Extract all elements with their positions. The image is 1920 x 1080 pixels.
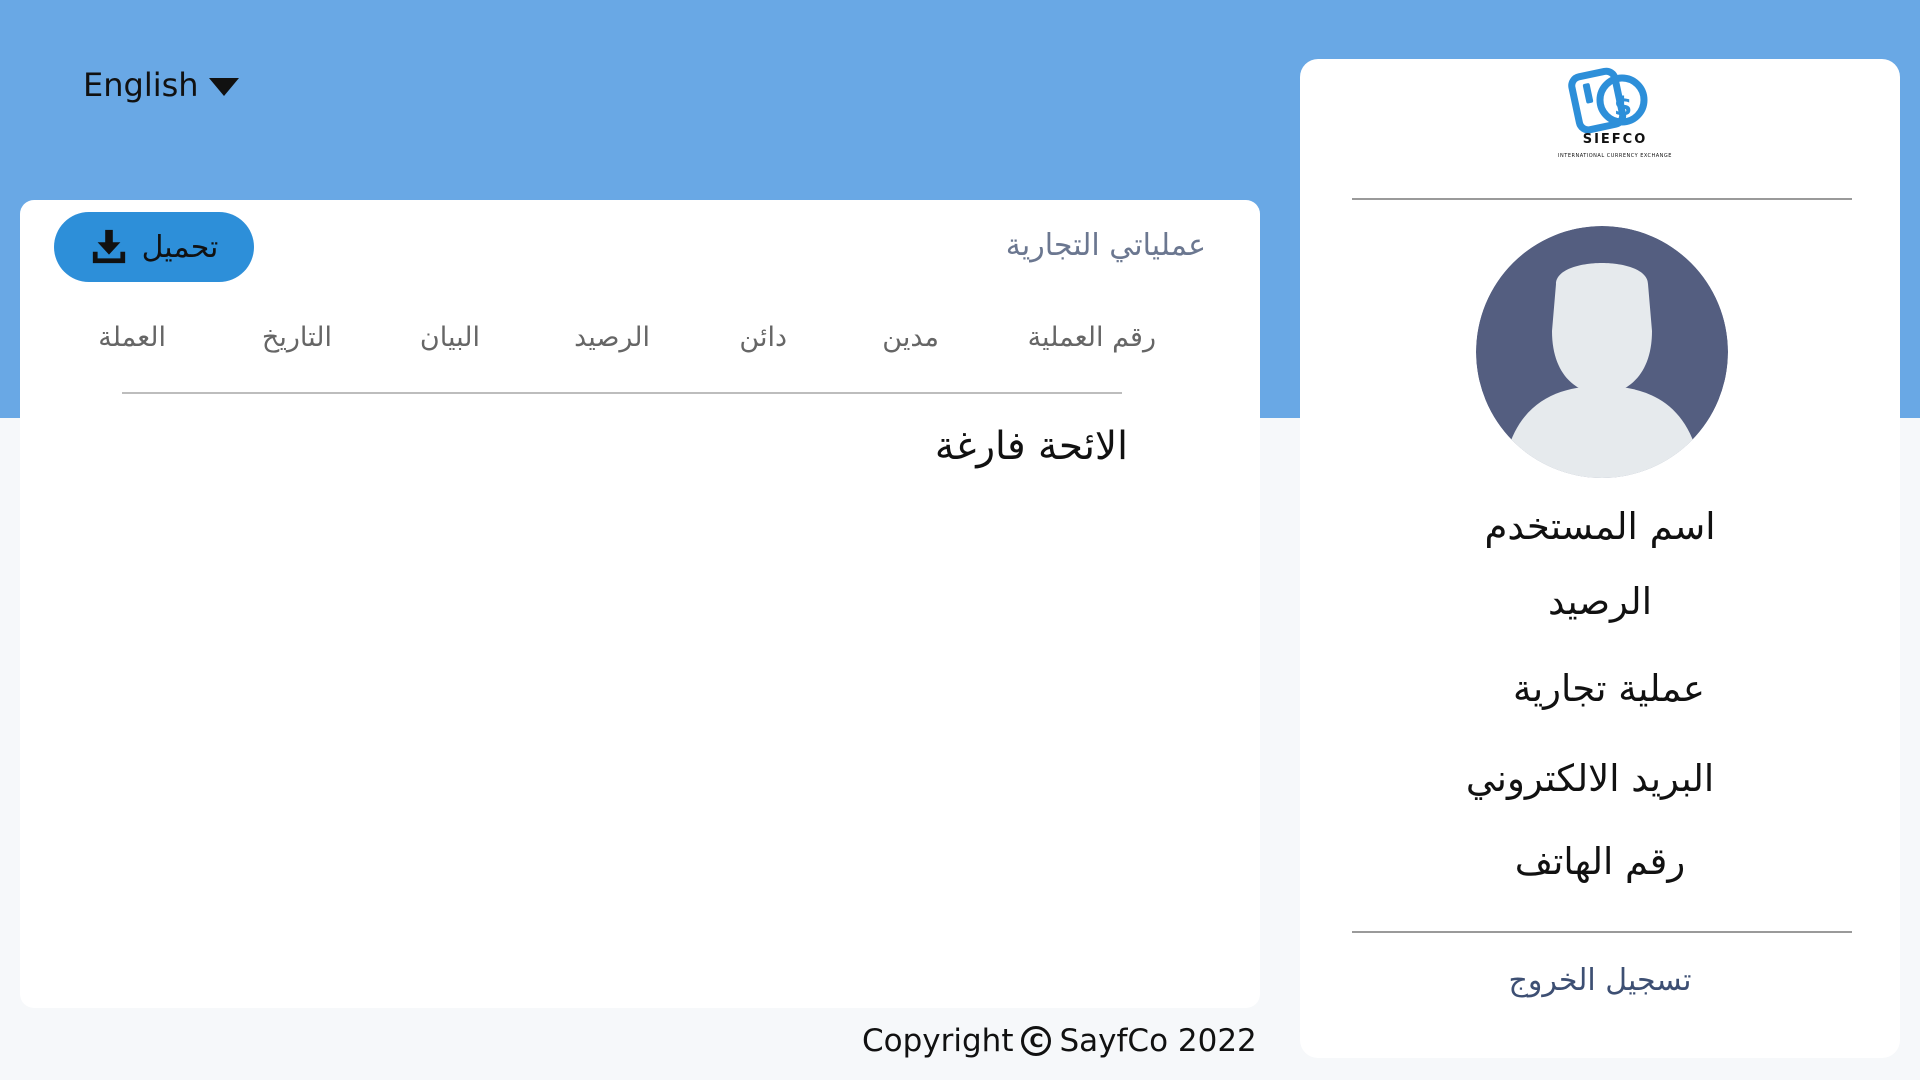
footer: Copyright C SayfCo 2022 — [862, 1023, 1257, 1059]
profile-email: البريد الالكتروني — [1465, 757, 1715, 800]
table-divider — [122, 392, 1122, 394]
sidebar-divider-bottom — [1352, 931, 1852, 933]
profile-transaction: عملية تجارية — [1513, 667, 1705, 710]
profile-sidebar — [1300, 59, 1900, 1058]
logo-text: SIEFCO — [1582, 132, 1648, 147]
avatar-icon — [1476, 226, 1728, 478]
profile-phone: رقم الهاتف — [1514, 840, 1686, 883]
sidebar-divider-top — [1352, 198, 1852, 200]
column-header-statement: البيان — [419, 322, 480, 353]
logout-link[interactable]: تسجيل الخروج — [1300, 963, 1900, 998]
logo-icon: $ — [1568, 67, 1648, 134]
chevron-down-icon — [208, 78, 239, 96]
language-selector[interactable]: English — [83, 66, 239, 104]
profile-username: اسم المستخدم — [1484, 505, 1716, 548]
footer-prefix: Copyright — [862, 1023, 1014, 1059]
logo-subtitle: INTERNATIONAL CURRENCY EXCHANGE — [1558, 153, 1672, 159]
column-header-balance: الرصيد — [574, 322, 650, 353]
download-button[interactable]: تحميل — [54, 212, 254, 282]
column-header-currency: العملة — [98, 322, 166, 353]
column-header-operation-number: رقم العملية — [1027, 322, 1156, 353]
language-label: English — [83, 66, 199, 104]
column-header-debit: مدين — [882, 322, 939, 353]
download-icon — [92, 229, 125, 264]
column-header-credit: دائن — [739, 322, 787, 353]
empty-list-message: الائحة فارغة — [934, 424, 1128, 469]
copyright-icon: C — [1021, 1026, 1052, 1056]
profile-balance: الرصيد — [1548, 580, 1652, 623]
footer-suffix: SayfCo 2022 — [1059, 1023, 1257, 1059]
download-label: تحميل — [141, 229, 219, 265]
page-title: عملياتي التجارية — [1005, 228, 1206, 263]
svg-text:$: $ — [1614, 92, 1632, 122]
column-header-date: التاريخ — [261, 322, 332, 353]
